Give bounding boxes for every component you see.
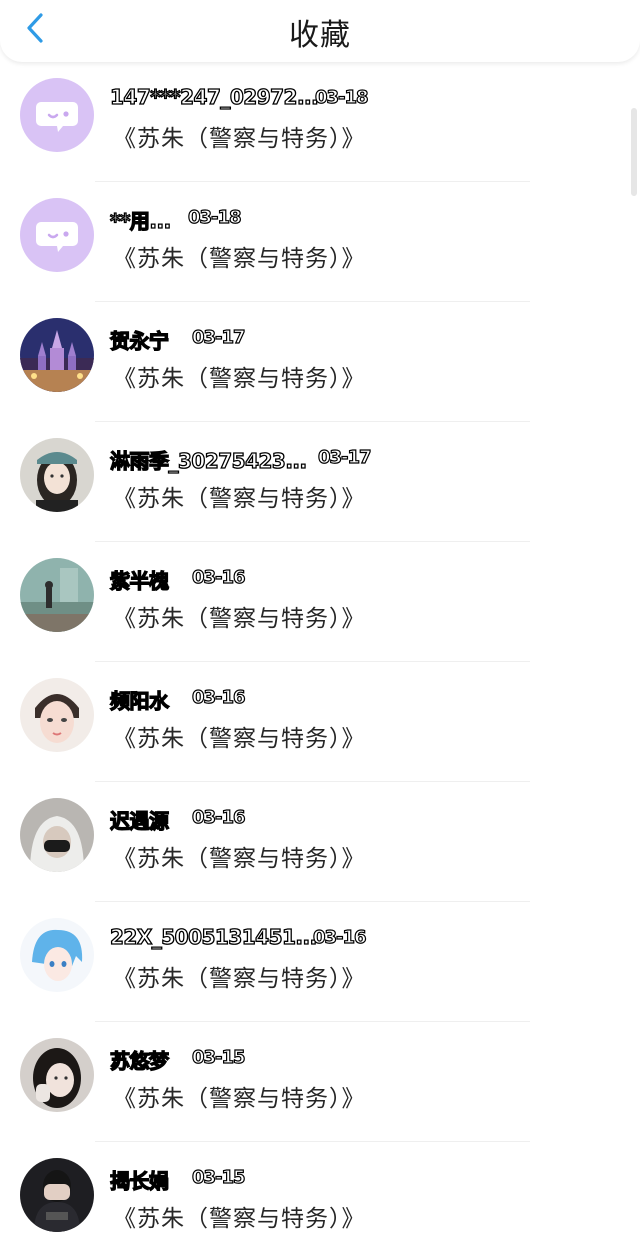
- user-name: 淋雨季_30275423...: [109, 448, 307, 473]
- page-title: 收藏: [289, 18, 351, 53]
- user-name: 147***247_02972...: [109, 84, 319, 109]
- book-title: 《苏朱（警察与特务）》: [113, 1086, 366, 1112]
- date-label: 03-18: [314, 86, 369, 108]
- list-item[interactable]: 频阳水 03-16 《苏朱（警察与特务）》: [0, 662, 640, 782]
- book-title: 《苏朱（警察与特务）》: [113, 966, 366, 992]
- date-label: 03-15: [191, 1046, 246, 1068]
- avatar[interactable]: [20, 78, 94, 152]
- book-title: 《苏朱（警察与特务）》: [113, 1206, 366, 1232]
- anime-photo: [20, 918, 94, 992]
- list-item[interactable]: **用... 03-18 《苏朱（警察与特务）》: [0, 182, 640, 302]
- favorites-list: 147***247_02972... 03-18 《苏朱（警察与特务）》 **用…: [0, 62, 640, 1239]
- user-name: 揭长娟: [109, 1168, 169, 1193]
- book-title: 《苏朱（警察与特务）》: [113, 126, 366, 152]
- book-title: 《苏朱（警察与特务）》: [113, 366, 366, 392]
- user-name: 贺永宁: [109, 328, 169, 353]
- user-name: 紫半槐: [109, 568, 169, 593]
- user-name: 频阳水: [109, 688, 169, 713]
- date-label: 03-16: [191, 566, 246, 588]
- avatar[interactable]: [20, 918, 94, 992]
- avatar[interactable]: [20, 798, 94, 872]
- girl-photo: [20, 438, 94, 512]
- avatar[interactable]: [20, 1038, 94, 1112]
- date-label: 03-17: [317, 446, 372, 468]
- book-title: 《苏朱（警察与特务）》: [113, 486, 366, 512]
- date-label: 03-16: [191, 806, 246, 828]
- date-label: 03-18: [187, 206, 242, 228]
- scene-photo: [20, 558, 94, 632]
- book-title: 《苏朱（警察与特务）》: [113, 606, 366, 632]
- top-bar: 收藏: [0, 0, 640, 62]
- list-item[interactable]: 紫半槐 03-16 《苏朱（警察与特务）》: [0, 542, 640, 662]
- list-item[interactable]: 迟遇源 03-16 《苏朱（警察与特务）》: [0, 782, 640, 902]
- list-item[interactable]: 147***247_02972... 03-18 《苏朱（警察与特务）》: [0, 62, 640, 182]
- user-name: 苏悠梦: [109, 1048, 169, 1073]
- avatar[interactable]: [20, 678, 94, 752]
- girl2-photo: [20, 1038, 94, 1112]
- user-name: 22X_5005131451...: [109, 924, 318, 949]
- book-title: 《苏朱（警察与特务）》: [113, 246, 366, 272]
- date-label: 03-15: [191, 1166, 246, 1188]
- avatar[interactable]: [20, 198, 94, 272]
- book-title: 《苏朱（警察与特务）》: [113, 846, 366, 872]
- scrollbar[interactable]: [631, 108, 637, 196]
- date-label: 03-16: [191, 686, 246, 708]
- book-title: 《苏朱（警察与特务）》: [113, 726, 366, 752]
- date-label: 03-16: [312, 926, 367, 948]
- avatar[interactable]: [20, 318, 94, 392]
- face-photo: [20, 678, 94, 752]
- avatar[interactable]: [20, 558, 94, 632]
- avatar[interactable]: [20, 1158, 94, 1232]
- list-item[interactable]: 苏悠梦 03-15 《苏朱（警察与特务）》: [0, 1022, 640, 1142]
- date-label: 03-17: [191, 326, 246, 348]
- list-item[interactable]: 淋雨季_30275423... 03-17 《苏朱（警察与特务）》: [0, 422, 640, 542]
- list-item[interactable]: 贺永宁 03-17 《苏朱（警察与特务）》: [0, 302, 640, 422]
- chat-bubble-icon: [20, 198, 94, 272]
- hood-photo: [20, 798, 94, 872]
- castle-photo: [20, 318, 94, 392]
- avatar[interactable]: [20, 438, 94, 512]
- user-name: 迟遇源: [109, 808, 169, 833]
- chat-bubble-icon: [20, 78, 94, 152]
- hands-photo: [20, 1158, 94, 1232]
- user-name: **用...: [109, 208, 172, 233]
- list-item[interactable]: 22X_5005131451... 03-16 《苏朱（警察与特务）》: [0, 902, 640, 1022]
- list-item[interactable]: 揭长娟 03-15 《苏朱（警察与特务）》: [0, 1142, 640, 1239]
